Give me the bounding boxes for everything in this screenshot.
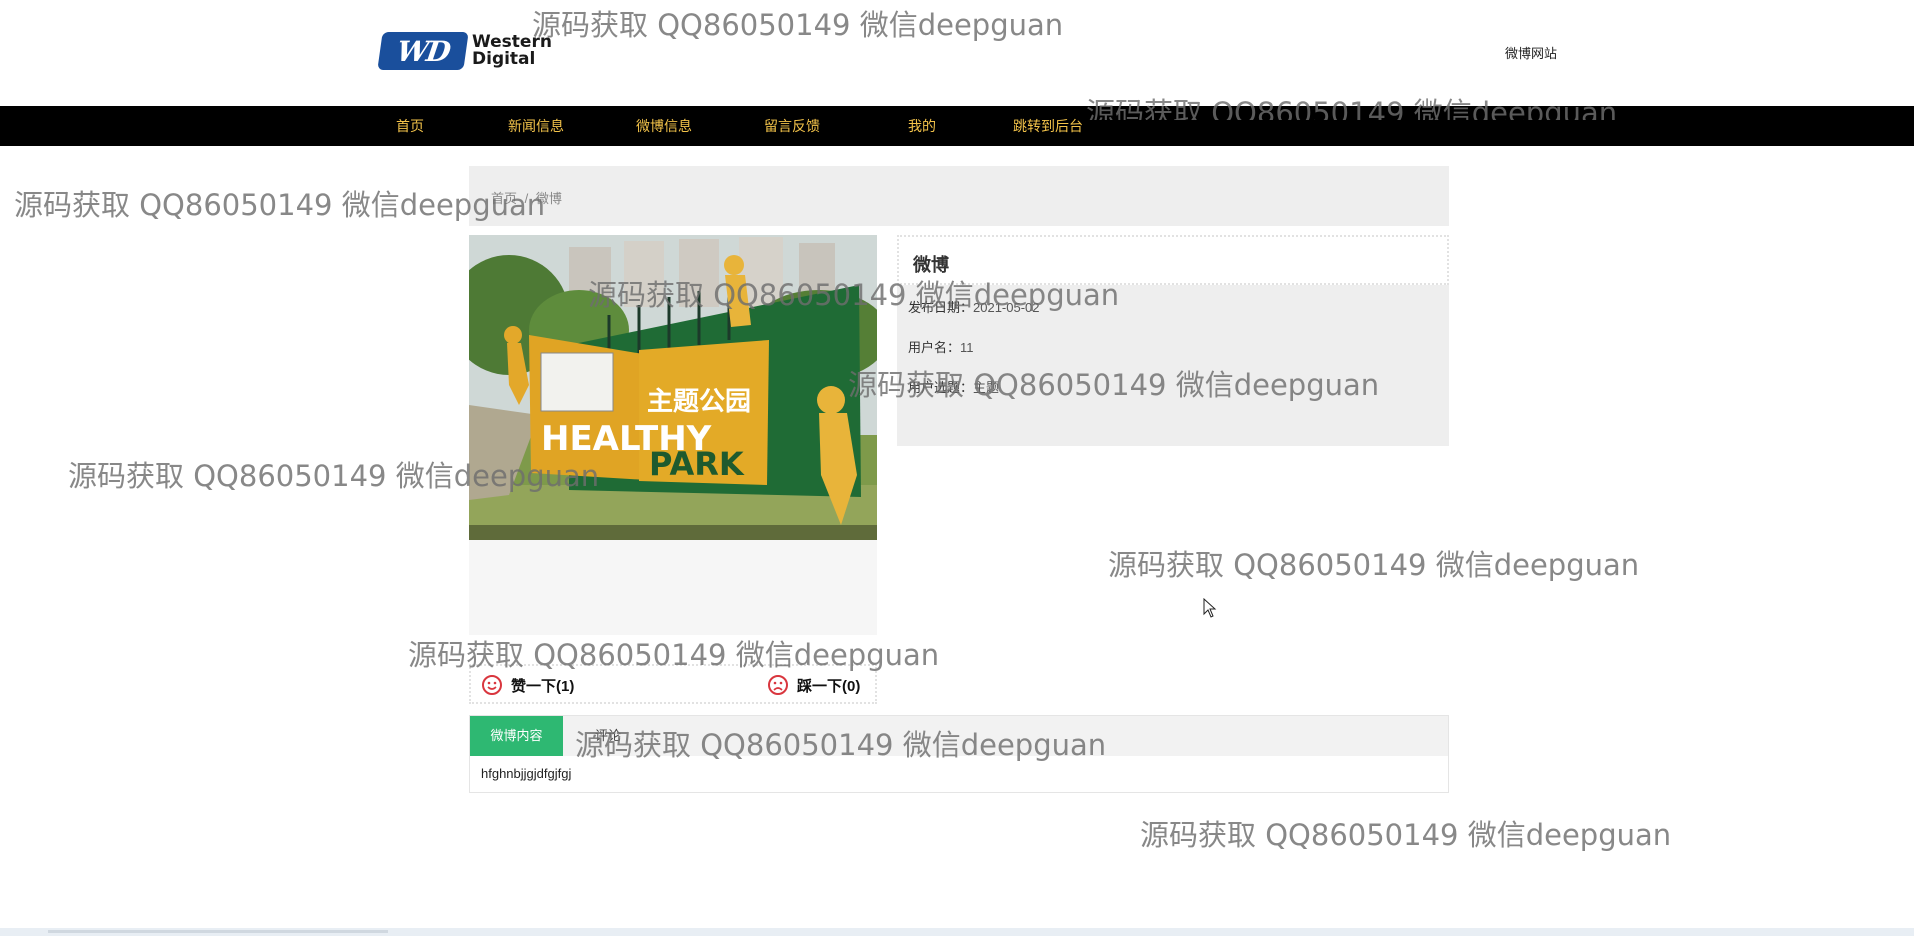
post-image[interactable]: HEALTHY PARK 主题公园: [469, 235, 877, 540]
breadcrumb-separator: /: [524, 191, 529, 206]
watermark: 源码获取 QQ86050149 微信deepguan: [1108, 548, 1640, 582]
mouse-pointer-icon: [1203, 597, 1217, 623]
scroll-segment: [48, 930, 388, 933]
logo-wordmark: Western Digital: [472, 34, 552, 68]
post-user-value: 11: [960, 340, 974, 355]
nav-item-news[interactable]: 新闻信息: [508, 106, 564, 146]
nav-item-weibo[interactable]: 微博信息: [636, 106, 692, 146]
like-button[interactable]: 赞一下(1): [481, 673, 574, 697]
nav-item-feedback[interactable]: 留言反馈: [764, 106, 820, 146]
nav-item-mine[interactable]: 我的: [908, 106, 936, 146]
watermark: 源码获取 QQ86050149 微信deepguan: [14, 188, 546, 222]
sign-text-park: PARK: [649, 445, 745, 483]
post-user-label: 用户名：: [908, 340, 961, 355]
site-logo[interactable]: WD Western Digital: [377, 30, 570, 72]
breadcrumb-home[interactable]: 首页: [491, 191, 517, 206]
dislike-label: 踩一下(0): [797, 677, 861, 695]
post-title: 微博: [913, 255, 949, 275]
post-date-label: 发布日期：: [908, 300, 974, 315]
breadcrumb-current: 微博: [535, 191, 562, 206]
tab-bar: 微博内容 评论: [470, 716, 1448, 756]
site-header: WD Western Digital 微博网站: [0, 0, 1914, 106]
dislike-button[interactable]: 踩一下(0): [767, 673, 860, 697]
bottom-scroll-strip: [0, 928, 1914, 936]
park-photo: HEALTHY PARK 主题公园: [469, 235, 877, 540]
tab-weibo-content[interactable]: 微博内容: [470, 716, 563, 756]
smile-icon: [482, 675, 502, 695]
breadcrumb-bar: 首页 / 微博: [469, 166, 1449, 226]
logo-text-line2: Digital: [472, 49, 536, 69]
post-topic: 用户选题：主题: [908, 377, 999, 396]
content-tabs: 微博内容 评论 hfghnbjjgjdfgjfgj: [469, 715, 1449, 793]
tab-comments[interactable]: 评论: [595, 716, 621, 756]
breadcrumb: 首页 / 微博: [491, 188, 562, 207]
like-label: 赞一下(1): [511, 677, 575, 695]
watermark: 源码获取 QQ86050149 微信deepguan: [1140, 818, 1672, 852]
site-name: 微博网站: [1505, 46, 1558, 61]
post-date-value: 2021-05-02: [973, 300, 1040, 315]
logo-badge: WD: [377, 32, 469, 70]
post-title-box: 微博: [897, 235, 1449, 285]
post-info-panel: 微博 发布日期：2021-05-02 用户名：11 用户选题：主题: [897, 235, 1449, 446]
post-user: 用户名：11: [908, 337, 974, 356]
vote-row: 赞一下(1) 踩一下(0): [469, 664, 877, 704]
post-topic-value: 主题: [973, 380, 1000, 395]
sign-text-chinese: 主题公园: [647, 387, 751, 417]
post-topic-label: 用户选题：: [908, 380, 974, 395]
frown-icon: [768, 675, 788, 695]
tab-content-text: hfghnbjjgjdfgjfgj: [481, 766, 572, 781]
nav-item-home[interactable]: 首页: [396, 106, 424, 146]
main-nav: 首页 新闻信息 微博信息 留言反馈 我的 跳转到后台: [0, 106, 1914, 146]
nav-item-admin[interactable]: 跳转到后台: [1013, 106, 1083, 146]
post-image-panel: HEALTHY PARK 主题公园: [469, 235, 877, 635]
post-date: 发布日期：2021-05-02: [908, 297, 1040, 316]
